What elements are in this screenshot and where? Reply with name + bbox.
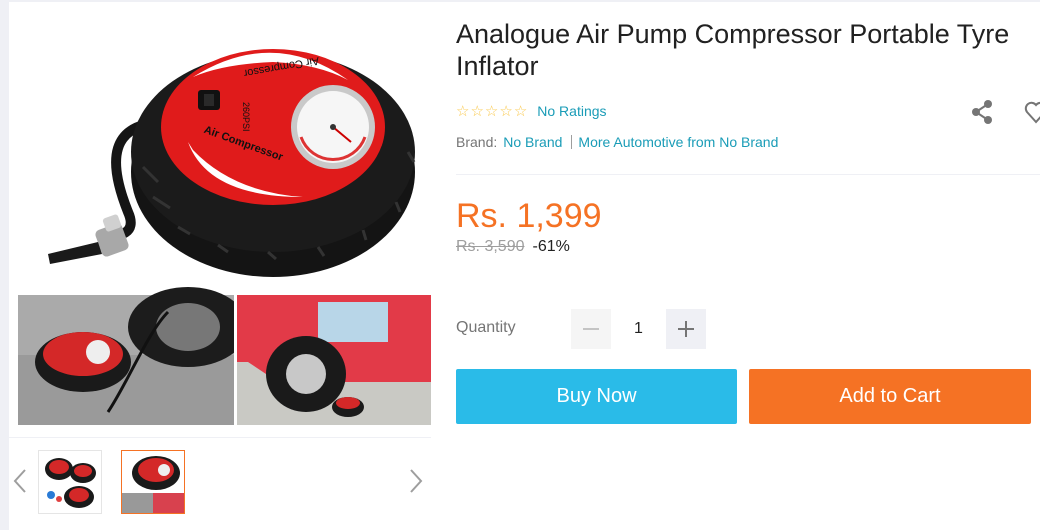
- info-divider: [456, 174, 1040, 175]
- gallery-divider: [9, 437, 431, 438]
- original-price: Rs. 3,590: [456, 238, 525, 255]
- thumbnail-2-image: [122, 451, 184, 513]
- star-outline-icon: ☆: [456, 102, 470, 120]
- quantity-decrease-button[interactable]: [571, 309, 611, 349]
- more-from-brand-link[interactable]: More Automotive from No Brand: [578, 134, 778, 150]
- original-price-row: Rs. 3,590 -61%: [456, 238, 570, 256]
- current-price: Rs. 1,399: [456, 197, 602, 235]
- thumbnail-1[interactable]: [38, 450, 102, 514]
- quantity-increase-button[interactable]: [666, 309, 706, 349]
- chevron-left-icon: [13, 469, 26, 493]
- quantity-input[interactable]: [611, 309, 666, 349]
- star-outline-icon: ☆: [513, 102, 528, 120]
- star-outline-icon: ☆: [470, 102, 484, 120]
- quantity-label: Quantity: [456, 319, 516, 336]
- brand-row: Brand: No Brand More Automotive from No …: [456, 134, 778, 150]
- psi-label: 260PSI: [241, 102, 251, 132]
- star-outline-icon: ☆: [499, 102, 513, 120]
- brand-separator: [571, 135, 573, 149]
- brand-label: Brand:: [456, 134, 498, 150]
- wishlist-button[interactable]: [1022, 98, 1040, 126]
- share-icon: [972, 100, 992, 124]
- thumbnail-prev-button[interactable]: [10, 463, 30, 499]
- discount-badge: -61%: [532, 238, 570, 255]
- chevron-right-icon: [410, 469, 423, 493]
- brand-link[interactable]: No Brand: [503, 134, 562, 150]
- page-left-strip: [0, 0, 9, 530]
- rating-row: ☆ ☆ ☆ ☆ ☆ No Ratings: [456, 101, 607, 121]
- main-product-image[interactable]: Air Compressor Air Compressor 260PSI: [18, 2, 431, 425]
- plus-icon: [678, 321, 694, 337]
- product-gallery: Air Compressor Air Compressor 260PSI: [18, 2, 431, 425]
- buy-now-button[interactable]: Buy Now: [456, 369, 737, 424]
- ratings-link[interactable]: No Ratings: [537, 103, 606, 119]
- thumbnail-2[interactable]: [121, 450, 185, 514]
- thumbnail-next-button[interactable]: [406, 463, 426, 499]
- rating-stars: ☆ ☆ ☆ ☆ ☆: [456, 104, 527, 119]
- add-to-cart-button[interactable]: Add to Cart: [749, 369, 1031, 424]
- thumbnail-1-image: [39, 451, 101, 513]
- star-outline-icon: ☆: [484, 102, 499, 120]
- heart-icon: [1024, 101, 1040, 124]
- share-button[interactable]: [968, 98, 996, 126]
- product-title: Analogue Air Pump Compressor Portable Ty…: [456, 19, 1010, 81]
- minus-icon: [583, 328, 599, 330]
